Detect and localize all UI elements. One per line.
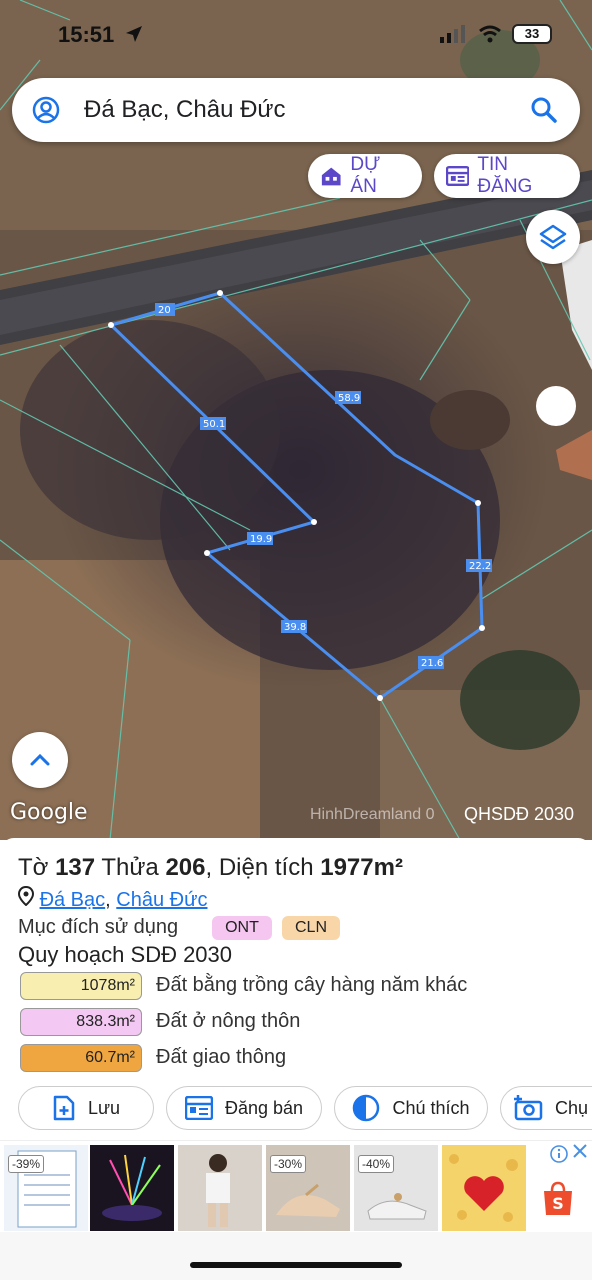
legend-button[interactable]: Chú thích	[334, 1086, 488, 1130]
capture-label: Chụ	[555, 1097, 589, 1118]
map-view[interactable]: 20 58.9 50.1 19.9 22.2 39.8 21.6 15:51 3…	[0, 0, 592, 840]
camera-add-icon	[514, 1095, 543, 1121]
svg-text:S: S	[552, 1194, 564, 1213]
home-indicator[interactable]	[190, 1262, 402, 1268]
ad-product[interactable]	[90, 1145, 174, 1231]
edge-label: 21.6	[421, 658, 443, 669]
legend-label: Chú thích	[392, 1097, 470, 1118]
contrast-icon	[353, 1094, 380, 1122]
signal-icon	[440, 25, 465, 43]
product-image	[206, 1154, 230, 1227]
area-value: 1977m²	[320, 854, 403, 881]
commune-link[interactable]: Đá Bạc	[40, 889, 106, 911]
usage-badge-cln: CLN	[282, 916, 340, 940]
area-label: , Diện tích	[205, 854, 314, 881]
location-arrow-icon	[126, 26, 142, 42]
parcel-title: Tờ 137 Thửa 206, Diện tích 1977m²	[18, 854, 403, 882]
edge-label: 22.2	[469, 561, 491, 572]
expand-up-button[interactable]	[12, 732, 68, 788]
planning-label: Đất ở nông thôn	[156, 1010, 301, 1032]
usage-purpose-label: Mục đích sử dụng	[18, 916, 179, 938]
search-bar[interactable]: Đá Bạc, Châu Đức	[12, 78, 580, 142]
listings-chip-label: TIN ĐĂNG	[477, 154, 533, 197]
listings-chip[interactable]: TIN ĐĂNG	[434, 154, 580, 198]
search-icon[interactable]	[530, 96, 558, 124]
discount-badge: -40%	[358, 1155, 395, 1173]
planning-area: 60.7m²	[20, 1044, 142, 1072]
district-link[interactable]: Châu Đức	[116, 889, 207, 911]
planning-row: 60.7m² Đất giao thông	[20, 1044, 580, 1072]
ad-banner[interactable]: -39% -30% -40% S	[0, 1140, 592, 1232]
capture-button[interactable]: Chụ	[500, 1086, 592, 1130]
edge-label: 20	[158, 305, 171, 316]
save-document-icon	[53, 1095, 75, 1121]
wifi-icon	[479, 25, 501, 43]
listing-icon	[184, 1096, 213, 1120]
ad-close-icon[interactable]	[572, 1143, 588, 1159]
google-logo: Google	[10, 800, 88, 825]
ad-product[interactable]: -40%	[354, 1145, 438, 1231]
edge-label: 50.1	[203, 419, 225, 430]
planning-area: 838.3m²	[20, 1008, 142, 1036]
account-icon[interactable]	[32, 96, 60, 124]
product-image	[102, 1154, 162, 1221]
save-label: Lưu	[87, 1097, 121, 1118]
planning-title: Quy hoạch SDĐ 2030	[18, 942, 233, 967]
ad-product[interactable]: -30%	[266, 1145, 350, 1231]
post-listing-label: Đăng bán	[224, 1097, 304, 1118]
save-button[interactable]: Lưu	[18, 1086, 154, 1130]
chevron-up-icon	[30, 753, 50, 766]
discount-badge: -39%	[8, 1155, 45, 1173]
planning-layer-label: QHSDĐ 2030	[464, 804, 575, 824]
listing-icon	[446, 165, 470, 187]
battery-icon: 33	[512, 24, 552, 44]
ad-product[interactable]	[178, 1145, 262, 1231]
edge-label: 58.9	[338, 393, 360, 404]
status-time: 15:51	[58, 22, 115, 47]
planning-row: 1078m² Đất bằng trồng cây hàng năm khác	[20, 972, 580, 1000]
post-listing-button[interactable]: Đăng bán	[166, 1086, 322, 1130]
building-icon	[321, 167, 341, 186]
projects-chip[interactable]: DỰ ÁN	[308, 154, 422, 198]
product-image	[442, 1145, 526, 1231]
search-input[interactable]: Đá Bạc, Châu Đức	[84, 96, 285, 124]
status-bar: 15:51 33	[0, 18, 592, 54]
ad-product[interactable]: -39%	[4, 1145, 88, 1231]
edge-label: 19.9	[250, 534, 272, 545]
shopee-logo-icon[interactable]: S	[542, 1181, 574, 1217]
ad-product[interactable]	[442, 1145, 526, 1231]
planning-label: Đất bằng trồng cây hàng năm khác	[156, 974, 468, 996]
location-pin-icon	[17, 885, 35, 907]
discount-badge: -30%	[270, 1155, 307, 1173]
home-indicator-area	[0, 1232, 592, 1280]
edge-label: 39.8	[284, 622, 306, 633]
plot-label: Thửa	[101, 854, 159, 881]
planning-label: Đất giao thông	[156, 1046, 287, 1068]
action-bar: Lưu Đăng bán Chú thích Chụ	[0, 1086, 592, 1130]
planning-row: 838.3m² Đất ở nông thôn	[20, 1008, 580, 1036]
floating-dot-button[interactable]	[536, 386, 576, 426]
ad-info-icon[interactable]	[550, 1145, 568, 1163]
parcel-info-panel: Tờ 137 Thửa 206, Diện tích 1977m² Đá Bạc…	[0, 838, 592, 1140]
watermark: HinhDreamland 0	[310, 806, 435, 823]
sheet-number: 137	[55, 854, 96, 881]
planning-area: 1078m²	[20, 972, 142, 1000]
projects-chip-label: DỰ ÁN	[350, 154, 381, 197]
parcel-location: Đá Bạc, Châu Đức	[17, 885, 207, 912]
usage-badge-ont: ONT	[212, 916, 272, 940]
sheet-label: Tờ	[18, 854, 49, 881]
plot-number: 206	[165, 854, 206, 881]
layers-icon	[539, 224, 567, 250]
layers-button[interactable]	[526, 210, 580, 264]
